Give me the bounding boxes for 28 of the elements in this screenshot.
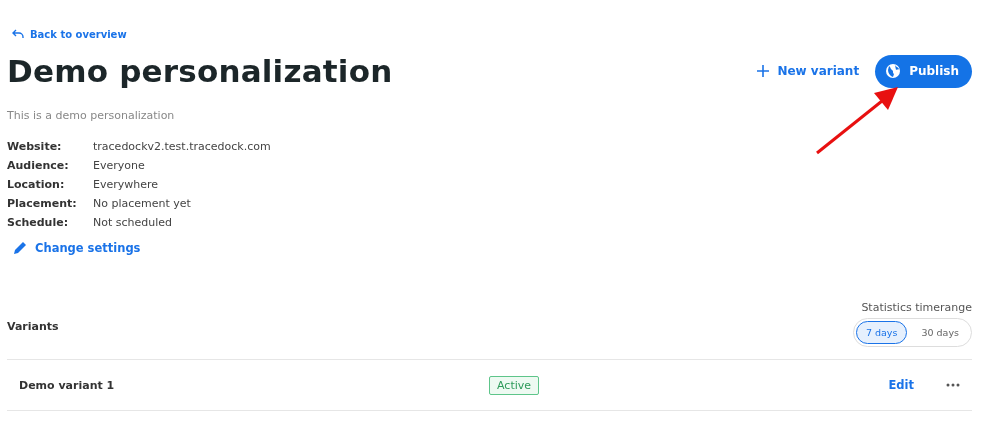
back-link[interactable]: Back to overview [12, 28, 127, 40]
change-settings-link[interactable]: Change settings [13, 241, 141, 255]
new-variant-button[interactable]: New variant [757, 64, 860, 78]
timerange-label: Statistics timerange [861, 301, 972, 314]
detail-label: Schedule: [7, 216, 70, 229]
detail-value: tracedockv2.test.tracedock.com [93, 140, 272, 153]
publish-button[interactable]: Publish [875, 54, 972, 88]
detail-value: Not scheduled [93, 216, 174, 229]
page-title: Demo personalization [7, 53, 393, 89]
timerange-option[interactable]: 30 days [911, 321, 969, 344]
back-arrow-icon [12, 29, 24, 39]
detail-label: Audience: [7, 159, 70, 172]
pencil-icon [13, 241, 27, 255]
detail-label: Placement: [7, 197, 78, 210]
detail-value: Everywhere [93, 178, 160, 191]
timerange-option[interactable]: 7 days [855, 321, 908, 344]
detail-value: No placement yet [93, 197, 192, 210]
status-tag: Active [489, 375, 540, 395]
description: This is a demo personalization [7, 109, 176, 122]
detail-label: Website: [7, 140, 63, 153]
more-icon[interactable] [946, 383, 960, 387]
variant-name: Demo variant 1 [19, 378, 116, 392]
detail-label: Location: [7, 178, 66, 191]
plus-icon [757, 65, 770, 77]
detail-value: Everyone [93, 159, 146, 172]
edit-link[interactable]: Edit [888, 378, 914, 392]
section-heading: Variants [7, 320, 59, 333]
globe-icon [885, 63, 902, 79]
